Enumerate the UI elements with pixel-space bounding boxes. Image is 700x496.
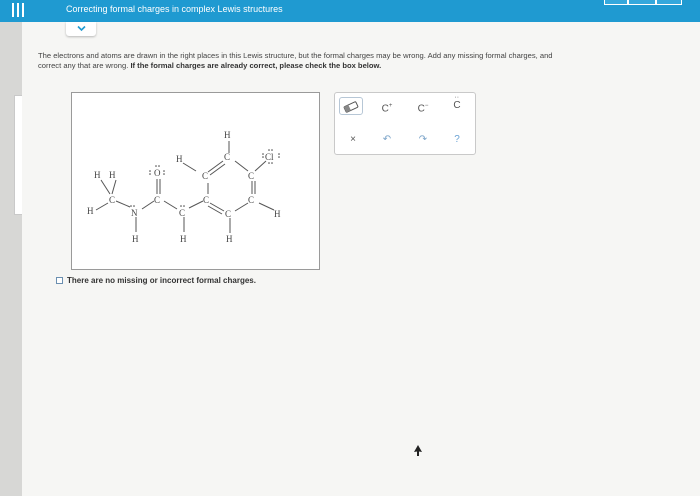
undo-button[interactable]: ↶	[375, 131, 399, 149]
atom-c-3: C	[179, 208, 185, 218]
add-positive-charge-button[interactable]: C+	[375, 97, 399, 115]
instructions-text: The electrons and atoms are drawn in the…	[38, 51, 700, 71]
instructions-line-2-prefix: correct any that are wrong.	[38, 61, 131, 70]
lone-pair-tool-button[interactable]: C ··	[445, 94, 469, 115]
top-bar-button-2[interactable]	[628, 0, 656, 5]
top-bar-button-3[interactable]	[656, 0, 682, 5]
atom-h-5: H	[180, 234, 187, 244]
atom-h-8: H	[226, 234, 233, 244]
atom-c-8: C	[248, 195, 254, 205]
eraser-button[interactable]	[339, 97, 363, 115]
cplus-sup: +	[388, 103, 393, 109]
atom-c-2: C	[154, 195, 160, 205]
clear-button[interactable]: ×	[341, 131, 365, 149]
lewis-structure-drawing: H H H C N O C H C H H C C H C C Cl C C H…	[87, 130, 281, 244]
no-charges-checkbox-row[interactable]: There are no missing or incorrect formal…	[56, 276, 256, 285]
charge-toolbar: C+ C− C ·· × ↶ ↷ ?	[334, 92, 476, 155]
atom-c-1: C	[109, 195, 115, 205]
collapse-toggle[interactable]	[66, 22, 96, 36]
atom-c-7: C	[248, 171, 254, 181]
atom-o: O	[154, 168, 161, 178]
add-negative-charge-button[interactable]: C−	[411, 97, 435, 115]
instructions-emphasis: If the formal charges are already correc…	[130, 61, 382, 70]
page-title: Correcting formal charges in complex Lew…	[66, 4, 283, 14]
mouse-cursor-icon	[414, 445, 422, 456]
lone-pair-dots-icon: ··	[454, 94, 460, 101]
atom-c-4: C	[202, 171, 208, 181]
clone-label: C	[453, 100, 461, 111]
menu-icon[interactable]	[8, 3, 34, 19]
atom-h-7: H	[224, 130, 231, 140]
atom-c-9: C	[225, 209, 231, 219]
atom-n: N	[131, 208, 138, 218]
atom-h-6: H	[176, 154, 183, 164]
atom-c-6: C	[224, 152, 230, 162]
atom-h-2: H	[109, 170, 116, 180]
atom-c-5: C	[203, 195, 209, 205]
cplus-label: C	[381, 103, 389, 115]
sidebar-tab[interactable]	[14, 95, 22, 215]
atom-h-4: H	[132, 234, 139, 244]
atom-h-3: H	[87, 206, 94, 216]
atom-h-1: H	[94, 170, 101, 180]
sidebar	[0, 22, 22, 496]
eraser-icon	[343, 101, 359, 113]
no-charges-checkbox[interactable]	[56, 277, 63, 284]
chevron-down-icon	[77, 25, 86, 32]
top-bar: Correcting formal charges in complex Lew…	[0, 0, 700, 22]
lewis-structure-canvas[interactable]: H H H C N O C H C H H C C H C C Cl C C H…	[71, 92, 320, 270]
atom-h-9: H	[274, 209, 281, 219]
help-button[interactable]: ?	[445, 131, 469, 149]
top-bar-button-1[interactable]	[604, 0, 628, 5]
cminus-label: C	[417, 103, 425, 115]
cminus-sup: −	[424, 103, 429, 109]
atom-cl: Cl	[265, 152, 274, 162]
instructions-line-2: correct any that are wrong. If the forma…	[38, 61, 700, 71]
instructions-line-1: The electrons and atoms are drawn in the…	[38, 51, 553, 60]
redo-button[interactable]: ↷	[411, 131, 435, 149]
no-charges-checkbox-label: There are no missing or incorrect formal…	[67, 276, 256, 285]
